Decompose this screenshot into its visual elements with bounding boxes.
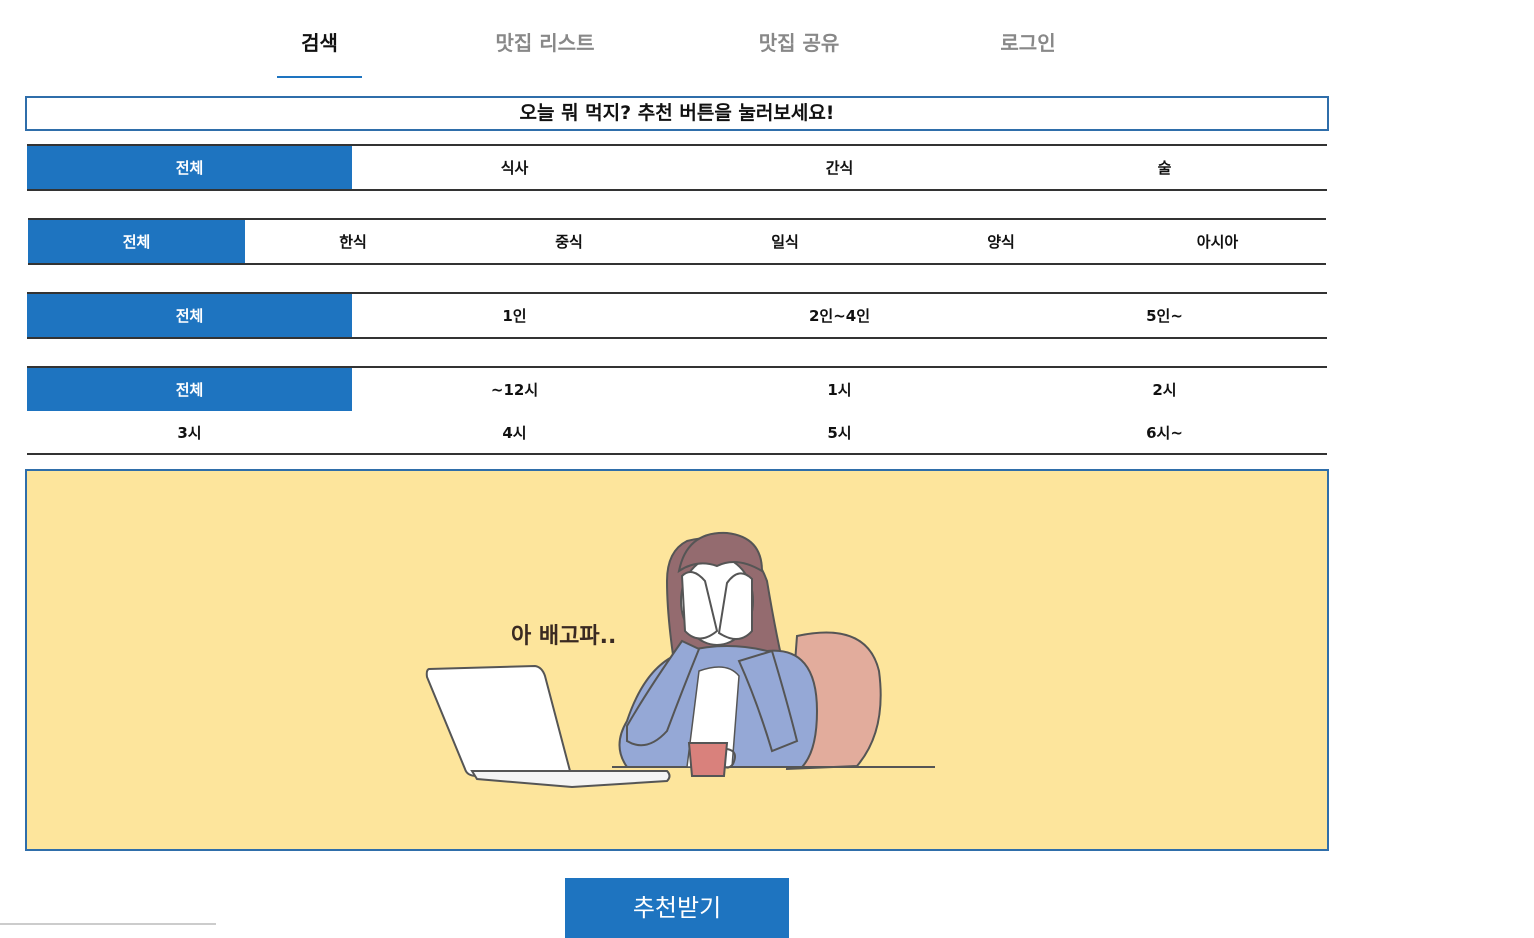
filter-time: 전체 ~12시 1시 2시 3시 4시 5시 6시~ xyxy=(27,366,1327,455)
filter-cuisine-western[interactable]: 양식 xyxy=(893,220,1109,263)
filter-type-all[interactable]: 전체 xyxy=(27,146,352,189)
filter-type-snack[interactable]: 간식 xyxy=(677,146,1002,189)
filter-cuisine-all[interactable]: 전체 xyxy=(28,220,245,263)
filter-time-1[interactable]: 1시 xyxy=(677,368,1002,411)
filter-cuisine-korean[interactable]: 한식 xyxy=(245,220,461,263)
filter-people-1[interactable]: 1인 xyxy=(352,294,677,337)
filter-cuisine-asian[interactable]: 아시아 xyxy=(1109,220,1326,263)
filter-meal-type: 전체 식사 간식 술 xyxy=(27,144,1327,191)
filter-people-all[interactable]: 전체 xyxy=(27,294,352,337)
filter-time-2[interactable]: 2시 xyxy=(1002,368,1327,411)
hungry-illustration-banner: 아 배고파.. xyxy=(25,469,1329,851)
filter-type-drink[interactable]: 술 xyxy=(1002,146,1327,189)
tab-restaurant-share[interactable]: 맛집 공유 xyxy=(748,28,850,78)
filter-cuisine: 전체 한식 중식 일식 양식 아시아 xyxy=(28,218,1326,265)
filter-time-4[interactable]: 4시 xyxy=(352,411,677,453)
recommend-button[interactable]: 추천받기 xyxy=(565,878,789,938)
filter-type-meal[interactable]: 식사 xyxy=(352,146,677,189)
filter-time-6plus[interactable]: 6시~ xyxy=(1002,411,1327,453)
filter-cuisine-japanese[interactable]: 일식 xyxy=(677,220,893,263)
filter-party-size: 전체 1인 2인~4인 5인~ xyxy=(27,292,1327,339)
tab-login[interactable]: 로그인 xyxy=(990,28,1066,78)
hungry-woman-illustration: 아 배고파.. xyxy=(425,531,935,789)
filter-time-5[interactable]: 5시 xyxy=(677,411,1002,453)
filter-people-2-4[interactable]: 2인~4인 xyxy=(677,294,1002,337)
filter-time-3[interactable]: 3시 xyxy=(27,411,352,453)
banner-caption: 아 배고파.. xyxy=(511,624,616,649)
filter-people-5plus[interactable]: 5인~ xyxy=(1002,294,1327,337)
tab-restaurant-list[interactable]: 맛집 리스트 xyxy=(485,28,605,78)
filter-time-all[interactable]: 전체 xyxy=(27,368,352,411)
top-nav: 검색 맛집 리스트 맛집 공유 로그인 xyxy=(0,0,1534,80)
filter-cuisine-chinese[interactable]: 중식 xyxy=(461,220,677,263)
tab-search[interactable]: 검색 xyxy=(277,28,362,78)
page-headline: 오늘 뭐 먹지? 추천 버튼을 눌러보세요! xyxy=(25,96,1329,131)
filter-time-until-12[interactable]: ~12시 xyxy=(352,368,677,411)
